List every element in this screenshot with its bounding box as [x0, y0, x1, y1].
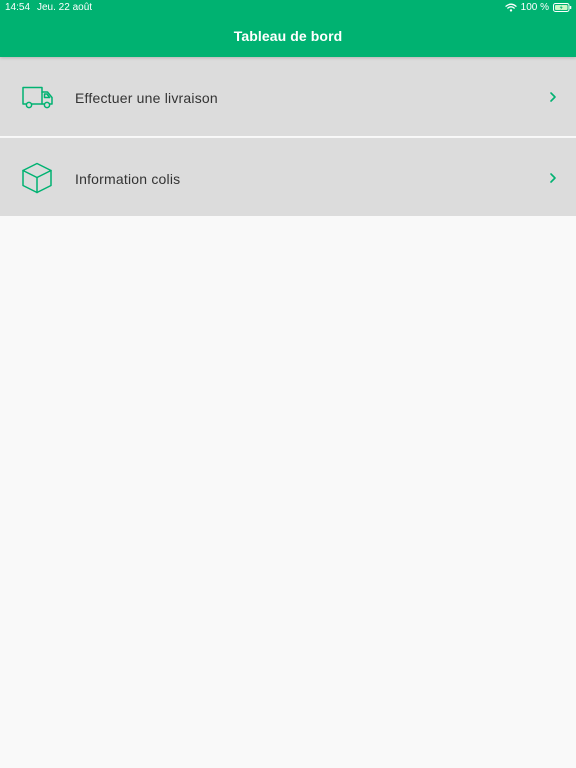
- chevron-right-icon: [549, 90, 557, 102]
- menu-item-package-info[interactable]: Information colis: [0, 137, 576, 216]
- app-header: 14:54 Jeu. 22 août 100 % Tableau de bord: [0, 0, 576, 57]
- status-bar: 14:54 Jeu. 22 août 100 %: [0, 0, 576, 16]
- package-icon: [21, 162, 55, 196]
- menu-item-label: Information colis: [75, 171, 181, 187]
- battery-percentage: 100 %: [520, 2, 549, 13]
- status-indicators: 100 %: [504, 2, 572, 13]
- truck-icon: [21, 81, 55, 115]
- status-time: 14:54: [5, 2, 31, 13]
- chevron-right-icon: [549, 171, 557, 183]
- status-date: Jeu. 22 août: [37, 2, 93, 13]
- wifi-icon: [504, 3, 517, 12]
- dashboard-menu: Effectuer une livraison Information coli…: [0, 57, 576, 216]
- menu-item-delivery[interactable]: Effectuer une livraison: [0, 57, 576, 136]
- battery-charging-icon: [553, 3, 572, 12]
- menu-item-label: Effectuer une livraison: [75, 90, 218, 106]
- page-title: Tableau de bord: [233, 28, 343, 44]
